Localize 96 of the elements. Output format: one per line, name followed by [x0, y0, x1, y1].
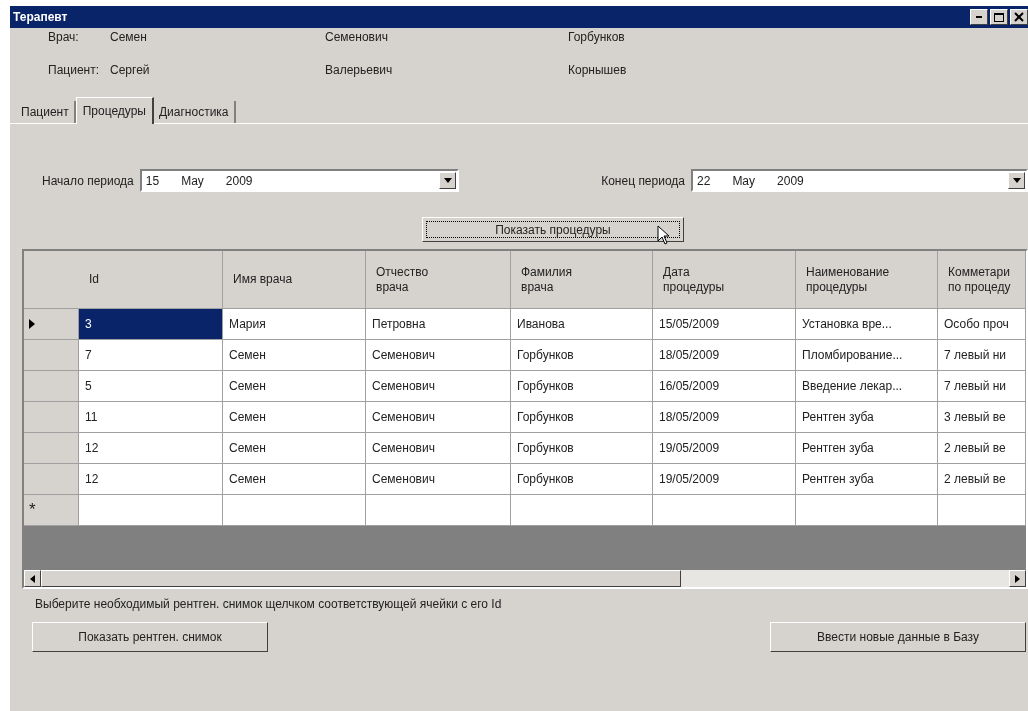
table-cell: Мария [223, 309, 366, 340]
table-cell: Пломбирование... [796, 340, 938, 371]
table-cell: Введение лекар... [796, 371, 938, 402]
row-header[interactable] [24, 464, 79, 495]
table-cell: Семенович [366, 402, 511, 433]
table-cell: Горбунков [511, 371, 653, 402]
table-cell: 3 [79, 309, 223, 340]
scroll-right-button[interactable] [1009, 570, 1026, 587]
table-cell: Семен [223, 371, 366, 402]
tab[interactable]: Диагностика [153, 101, 236, 123]
new-row-cell[interactable] [511, 495, 653, 526]
table-cell: Рентген зуба [796, 433, 938, 464]
table-cell: 19/05/2009 [653, 433, 796, 464]
table-cell: Семенович [366, 433, 511, 464]
new-row-cell[interactable] [796, 495, 938, 526]
last-name-text: Корнышев [568, 63, 628, 78]
column-header[interactable]: Дата процедуры [653, 251, 796, 309]
table-cell: Семенович [366, 371, 511, 402]
table-cell: Горбунков [511, 433, 653, 464]
new-row-cell[interactable] [653, 495, 796, 526]
table-cell: Иванова [511, 309, 653, 340]
column-header[interactable]: Фамилия врача [511, 251, 653, 309]
hint-text: Выберите необходимый рентген. снимок щелчком соответствующей ячейки с его Id [34, 596, 503, 612]
maximize-button[interactable] [990, 9, 1008, 25]
middle-name-text: Семенович [325, 30, 389, 45]
column-header[interactable]: Наименование процедуры [796, 251, 938, 309]
field-label: Пациент: [48, 63, 100, 78]
date-field[interactable]: 22 May 2009 [691, 169, 1028, 192]
first-name-text: Семен [110, 30, 148, 45]
window-title: Терапевт [13, 9, 68, 26]
table-cell: Горбунков [511, 402, 653, 433]
new-row-cell[interactable] [366, 495, 511, 526]
table-cell: Особо проч [938, 309, 1026, 340]
field-label: Конец периода [601, 172, 685, 190]
table-cell: Семенович [366, 464, 511, 495]
column-header[interactable]: Имя врача [223, 251, 366, 309]
left-arrow-icon [30, 574, 35, 583]
row-header[interactable] [24, 402, 79, 433]
table-cell: 12 [79, 433, 223, 464]
table-cell: 15/05/2009 [653, 309, 796, 340]
table-cell: 18/05/2009 [653, 340, 796, 371]
table-cell: 12 [79, 464, 223, 495]
row-header[interactable] [24, 309, 79, 340]
new-row-cell[interactable] [938, 495, 1026, 526]
cursor-icon [657, 225, 671, 245]
minimize-icon [976, 16, 982, 18]
table-cell: Семен [223, 340, 366, 371]
date-field[interactable]: 15 May 2009 [139, 169, 460, 192]
table-cell: 11 [79, 402, 223, 433]
first-name-text: Сергей [110, 63, 151, 78]
table-cell: 2 левый ве [938, 464, 1026, 495]
table-cell: 19/05/2009 [653, 464, 796, 495]
new-row-cell[interactable] [223, 495, 366, 526]
column-header[interactable]: Комметари по процеду [938, 251, 1026, 309]
horizontal-scrollbar[interactable] [24, 570, 1026, 587]
table-cell: 3 левый ве [938, 402, 1026, 433]
new-row-marker: * [29, 499, 36, 522]
close-button[interactable] [1010, 9, 1028, 25]
table-cell: 7 [79, 340, 223, 371]
row-header[interactable] [24, 433, 79, 464]
table-cell: 16/05/2009 [653, 371, 796, 402]
middle-name-text: Валерьевич [325, 63, 394, 78]
minimize-button[interactable] [970, 9, 988, 25]
field-label: Начало периода [42, 172, 134, 190]
last-name-text: Горбунков [568, 30, 626, 45]
action-button[interactable]: Показать рентген. снимок [32, 622, 268, 652]
scrollbar-thumb[interactable] [41, 570, 681, 587]
row-header[interactable] [24, 371, 79, 402]
table-cell: 7 левый ни [938, 340, 1026, 371]
table-cell: Рентген зуба [796, 464, 938, 495]
table-cell: Горбунков [511, 464, 653, 495]
new-row-header[interactable]: * [24, 495, 79, 526]
row-pointer-icon [29, 319, 35, 329]
show-procedures-button[interactable]: Показать процедуры [422, 217, 684, 242]
table-cell: Горбунков [511, 340, 653, 371]
table-cell: 7 левый ни [938, 371, 1026, 402]
table-cell: 5 [79, 371, 223, 402]
new-row-cell[interactable] [79, 495, 223, 526]
table-cell: 18/05/2009 [653, 402, 796, 433]
action-button[interactable]: Ввести новые данные в Базу [770, 622, 1026, 652]
tab[interactable]: Процедуры [75, 97, 154, 124]
table-cell: Петровна [366, 309, 511, 340]
table-cell: Семенович [366, 340, 511, 371]
close-icon [1014, 12, 1024, 22]
table-cell: Семен [223, 402, 366, 433]
scroll-left-button[interactable] [24, 570, 41, 587]
row-header[interactable] [24, 340, 79, 371]
maximize-icon [994, 12, 1004, 22]
table-cell: Семен [223, 433, 366, 464]
table-cell: Установка вре... [796, 309, 938, 340]
column-header[interactable]: Отчество врача [366, 251, 511, 309]
table-cell: Семен [223, 464, 366, 495]
field-label: Врач: [48, 30, 80, 45]
table-cell: 2 левый ве [938, 433, 1026, 464]
right-arrow-icon [1015, 574, 1020, 583]
table-cell: Рентген зуба [796, 402, 938, 433]
